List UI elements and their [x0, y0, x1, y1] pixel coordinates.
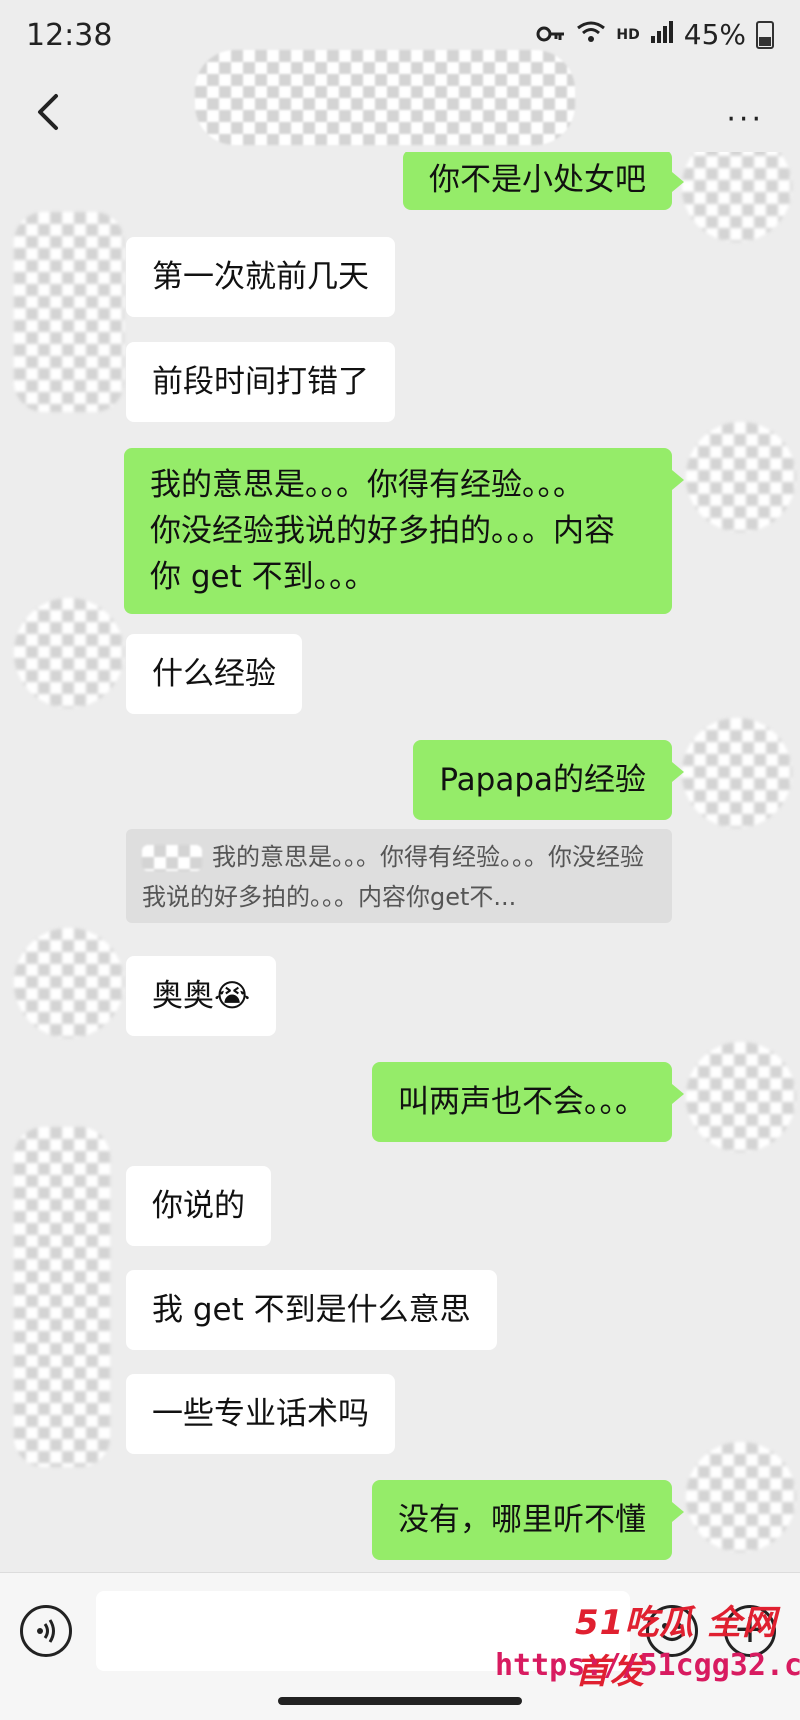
- quoted-message[interactable]: 我的意思是。。。你得有经验。。。你没经验我说的好多拍的。。。内容你get不...: [126, 829, 672, 923]
- message-bubble-outgoing[interactable]: 叫两声也不会。。。: [372, 1062, 684, 1142]
- message-bubble-outgoing[interactable]: 你不是小处女吧: [403, 152, 684, 210]
- message-bubble-incoming[interactable]: 奥奥😭: [126, 956, 277, 1036]
- quote-sender-redacted: [142, 845, 202, 871]
- message-bubble-incoming[interactable]: 第一次就前几天: [126, 237, 395, 317]
- message-bubble-incoming[interactable]: 前段时间打错了: [126, 342, 395, 422]
- wifi-icon: [576, 18, 606, 51]
- message-line: 我的意思是。。。你得有经验。。。: [150, 467, 584, 503]
- contact-avatar[interactable]: [14, 1127, 110, 1467]
- message-bubble-outgoing[interactable]: 我的意思是。。。你得有经验。。。 你没经验我说的好多拍的。。。内容 你 get …: [124, 448, 684, 614]
- message-list[interactable]: 你不是小处女吧 第一次就前几天 前段时间打错了 我的意思是。。。你得有经验。。。…: [0, 152, 800, 1572]
- home-indicator[interactable]: [278, 1697, 522, 1705]
- message-bubble-incoming[interactable]: 一些专业话术吗: [126, 1374, 395, 1454]
- vpn-key-icon: [536, 18, 566, 51]
- my-avatar[interactable]: [682, 152, 792, 242]
- my-avatar[interactable]: [686, 1442, 796, 1552]
- quoted-message-text: 我的意思是。。。你得有经验。。。你没经验我说的好多拍的。。。内容你get不...: [142, 843, 644, 911]
- signal-icon: [650, 18, 674, 51]
- my-avatar[interactable]: [686, 1042, 796, 1152]
- status-time: 12:38: [26, 18, 113, 53]
- battery-percent: 45%: [683, 18, 746, 51]
- battery-icon: [756, 20, 774, 49]
- message-line: 你没经验我说的好多拍的。。。内容: [150, 513, 615, 549]
- message-bubble-outgoing[interactable]: 没有，哪里听不懂: [372, 1480, 684, 1560]
- contact-name-redacted: [195, 50, 575, 145]
- back-icon[interactable]: [28, 90, 72, 134]
- voice-input-icon[interactable]: [20, 1605, 72, 1657]
- status-icons: HD 45%: [536, 18, 774, 51]
- network-type-label: HD: [616, 26, 640, 43]
- message-line: 你 get 不到。。。: [150, 559, 376, 595]
- more-options-icon[interactable]: ···: [726, 102, 764, 137]
- message-bubble-outgoing[interactable]: Papapa的经验: [413, 740, 684, 820]
- watermark-url: https://51cgg32.com: [495, 1648, 800, 1683]
- contact-avatar[interactable]: [14, 212, 124, 412]
- my-avatar[interactable]: [682, 718, 792, 828]
- message-bubble-incoming[interactable]: 什么经验: [126, 634, 302, 714]
- contact-avatar[interactable]: [14, 928, 124, 1038]
- message-bubble-incoming[interactable]: 我 get 不到是什么意思: [126, 1270, 497, 1350]
- message-bubble-incoming[interactable]: 你说的: [126, 1166, 271, 1246]
- contact-avatar[interactable]: [14, 598, 124, 708]
- my-avatar[interactable]: [686, 422, 796, 532]
